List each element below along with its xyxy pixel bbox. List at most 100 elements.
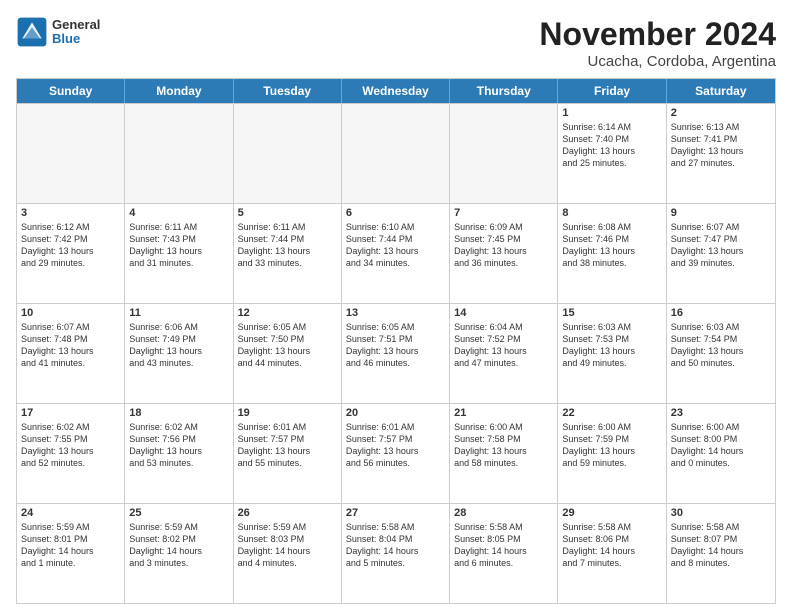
day-number: 16 bbox=[671, 307, 771, 319]
day-number: 12 bbox=[238, 307, 337, 319]
day-number: 17 bbox=[21, 407, 120, 419]
calendar-cell: 20Sunrise: 6:01 AM Sunset: 7:57 PM Dayli… bbox=[342, 404, 450, 503]
day-number: 8 bbox=[562, 207, 661, 219]
calendar-row: 10 Sunrise: 6:07 AM Sunset: 7:48 PM Dayli… bbox=[17, 303, 775, 403]
calendar-cell: 4Sunrise: 6:11 AM Sunset: 7:43 PM Daylig… bbox=[125, 204, 233, 303]
calendar-cell bbox=[342, 104, 450, 203]
weekday-header: Sunday bbox=[17, 79, 125, 103]
weekday-header: Wednesday bbox=[342, 79, 450, 103]
day-number: 2 bbox=[671, 107, 771, 119]
day-info: Sunrise: 6:00 AM Sunset: 8:00 PM Dayligh… bbox=[671, 421, 771, 470]
day-number: 28 bbox=[454, 507, 553, 519]
calendar-cell: 13Sunrise: 6:05 AM Sunset: 7:51 PM Dayli… bbox=[342, 304, 450, 403]
day-info: Sunrise: 6:09 AM Sunset: 7:45 PM Dayligh… bbox=[454, 221, 553, 270]
calendar-cell: 1Sunrise: 6:14 AM Sunset: 7:40 PM Daylig… bbox=[558, 104, 666, 203]
day-number: 19 bbox=[238, 407, 337, 419]
calendar-cell: 17Sunrise: 6:02 AM Sunset: 7:55 PM Dayli… bbox=[17, 404, 125, 503]
day-info: Sunrise: 6:03 AM Sunset: 7:54 PM Dayligh… bbox=[671, 321, 771, 370]
day-number: 5 bbox=[238, 207, 337, 219]
day-number: 15 bbox=[562, 307, 661, 319]
calendar-row: 17Sunrise: 6:02 AM Sunset: 7:55 PM Dayli… bbox=[17, 403, 775, 503]
weekday-header: Saturday bbox=[667, 79, 775, 103]
calendar-cell: 15 Sunrise: 6:03 AM Sunset: 7:53 PM Dayli… bbox=[558, 304, 666, 403]
calendar-cell: 22 Sunrise: 6:00 AM Sunset: 7:59 PM Dayli… bbox=[558, 404, 666, 503]
day-number: 30 bbox=[671, 507, 771, 519]
day-number: 27 bbox=[346, 507, 445, 519]
day-info: Sunrise: 6:05 AM Sunset: 7:51 PM Dayligh… bbox=[346, 321, 445, 370]
calendar: SundayMondayTuesdayWednesdayThursdayFrid… bbox=[16, 78, 776, 604]
day-number: 26 bbox=[238, 507, 337, 519]
day-info: Sunrise: 6:00 AM Sunset: 7:58 PM Dayligh… bbox=[454, 421, 553, 470]
day-info: Sunrise: 5:58 AM Sunset: 8:05 PM Dayligh… bbox=[454, 521, 553, 570]
day-info: Sunrise: 6:11 AM Sunset: 7:43 PM Dayligh… bbox=[129, 221, 228, 270]
calendar-cell: 6Sunrise: 6:10 AM Sunset: 7:44 PM Daylig… bbox=[342, 204, 450, 303]
calendar-cell: 26 Sunrise: 5:59 AM Sunset: 8:03 PM Dayli… bbox=[234, 504, 342, 603]
day-info: Sunrise: 5:58 AM Sunset: 8:04 PM Dayligh… bbox=[346, 521, 445, 570]
calendar-body: 1Sunrise: 6:14 AM Sunset: 7:40 PM Daylig… bbox=[17, 103, 775, 603]
day-number: 22 bbox=[562, 407, 661, 419]
day-info: Sunrise: 5:59 AM Sunset: 8:01 PM Dayligh… bbox=[21, 521, 120, 570]
day-info: Sunrise: 6:00 AM Sunset: 7:59 PM Dayligh… bbox=[562, 421, 661, 470]
calendar-cell bbox=[234, 104, 342, 203]
logo-blue: Blue bbox=[52, 32, 100, 46]
logo-general: General bbox=[52, 18, 100, 32]
day-info: Sunrise: 6:01 AM Sunset: 7:57 PM Dayligh… bbox=[238, 421, 337, 470]
day-number: 10 bbox=[21, 307, 120, 319]
day-number: 21 bbox=[454, 407, 553, 419]
title-block: November 2024 Ucacha, Cordoba, Argentina bbox=[539, 16, 776, 70]
day-info: Sunrise: 5:59 AM Sunset: 8:03 PM Dayligh… bbox=[238, 521, 337, 570]
calendar-cell: 10 Sunrise: 6:07 AM Sunset: 7:48 PM Dayli… bbox=[17, 304, 125, 403]
day-number: 24 bbox=[21, 507, 120, 519]
calendar-row: 3 Sunrise: 6:12 AM Sunset: 7:42 PM Daylig… bbox=[17, 203, 775, 303]
day-info: Sunrise: 6:12 AM Sunset: 7:42 PM Dayligh… bbox=[21, 221, 120, 270]
calendar-cell: 30 Sunrise: 5:58 AM Sunset: 8:07 PM Dayli… bbox=[667, 504, 775, 603]
weekday-header: Thursday bbox=[450, 79, 558, 103]
calendar-cell: 7Sunrise: 6:09 AM Sunset: 7:45 PM Daylig… bbox=[450, 204, 558, 303]
logo: General Blue bbox=[16, 16, 100, 48]
calendar-cell: 3 Sunrise: 6:12 AM Sunset: 7:42 PM Daylig… bbox=[17, 204, 125, 303]
day-number: 3 bbox=[21, 207, 120, 219]
calendar-cell: 2Sunrise: 6:13 AM Sunset: 7:41 PM Daylig… bbox=[667, 104, 775, 203]
calendar-cell: 18Sunrise: 6:02 AM Sunset: 7:56 PM Dayli… bbox=[125, 404, 233, 503]
month-title: November 2024 bbox=[539, 16, 776, 53]
calendar-cell: 9 Sunrise: 6:07 AM Sunset: 7:47 PM Daylig… bbox=[667, 204, 775, 303]
calendar-cell: 16 Sunrise: 6:03 AM Sunset: 7:54 PM Dayli… bbox=[667, 304, 775, 403]
logo-icon bbox=[16, 16, 48, 48]
day-info: Sunrise: 6:02 AM Sunset: 7:56 PM Dayligh… bbox=[129, 421, 228, 470]
calendar-cell: 23Sunrise: 6:00 AM Sunset: 8:00 PM Dayli… bbox=[667, 404, 775, 503]
day-info: Sunrise: 6:07 AM Sunset: 7:47 PM Dayligh… bbox=[671, 221, 771, 270]
day-info: Sunrise: 6:04 AM Sunset: 7:52 PM Dayligh… bbox=[454, 321, 553, 370]
weekday-header: Friday bbox=[558, 79, 666, 103]
calendar-cell: 19 Sunrise: 6:01 AM Sunset: 7:57 PM Dayli… bbox=[234, 404, 342, 503]
day-info: Sunrise: 5:59 AM Sunset: 8:02 PM Dayligh… bbox=[129, 521, 228, 570]
calendar-header: SundayMondayTuesdayWednesdayThursdayFrid… bbox=[17, 79, 775, 103]
day-info: Sunrise: 6:06 AM Sunset: 7:49 PM Dayligh… bbox=[129, 321, 228, 370]
location: Ucacha, Cordoba, Argentina bbox=[539, 53, 776, 70]
day-number: 14 bbox=[454, 307, 553, 319]
day-number: 20 bbox=[346, 407, 445, 419]
calendar-cell bbox=[450, 104, 558, 203]
day-info: Sunrise: 6:10 AM Sunset: 7:44 PM Dayligh… bbox=[346, 221, 445, 270]
calendar-cell: 8Sunrise: 6:08 AM Sunset: 7:46 PM Daylig… bbox=[558, 204, 666, 303]
calendar-cell: 14 Sunrise: 6:04 AM Sunset: 7:52 PM Dayli… bbox=[450, 304, 558, 403]
day-info: Sunrise: 6:05 AM Sunset: 7:50 PM Dayligh… bbox=[238, 321, 337, 370]
calendar-cell: 12 Sunrise: 6:05 AM Sunset: 7:50 PM Dayli… bbox=[234, 304, 342, 403]
calendar-cell: 27 Sunrise: 5:58 AM Sunset: 8:04 PM Dayli… bbox=[342, 504, 450, 603]
day-number: 25 bbox=[129, 507, 228, 519]
day-info: Sunrise: 6:07 AM Sunset: 7:48 PM Dayligh… bbox=[21, 321, 120, 370]
calendar-cell: 24 Sunrise: 5:59 AM Sunset: 8:01 PM Dayli… bbox=[17, 504, 125, 603]
calendar-row: 24 Sunrise: 5:59 AM Sunset: 8:01 PM Dayli… bbox=[17, 503, 775, 603]
logo-text: General Blue bbox=[52, 18, 100, 47]
day-info: Sunrise: 6:03 AM Sunset: 7:53 PM Dayligh… bbox=[562, 321, 661, 370]
day-number: 29 bbox=[562, 507, 661, 519]
calendar-cell: 11Sunrise: 6:06 AM Sunset: 7:49 PM Dayli… bbox=[125, 304, 233, 403]
calendar-cell: 25 Sunrise: 5:59 AM Sunset: 8:02 PM Dayli… bbox=[125, 504, 233, 603]
day-info: Sunrise: 5:58 AM Sunset: 8:07 PM Dayligh… bbox=[671, 521, 771, 570]
calendar-cell: 29Sunrise: 5:58 AM Sunset: 8:06 PM Dayli… bbox=[558, 504, 666, 603]
calendar-row: 1Sunrise: 6:14 AM Sunset: 7:40 PM Daylig… bbox=[17, 103, 775, 203]
day-number: 1 bbox=[562, 107, 661, 119]
weekday-header: Tuesday bbox=[234, 79, 342, 103]
page: General Blue November 2024 Ucacha, Cordo… bbox=[0, 0, 792, 612]
day-number: 9 bbox=[671, 207, 771, 219]
calendar-cell: 28 Sunrise: 5:58 AM Sunset: 8:05 PM Dayli… bbox=[450, 504, 558, 603]
